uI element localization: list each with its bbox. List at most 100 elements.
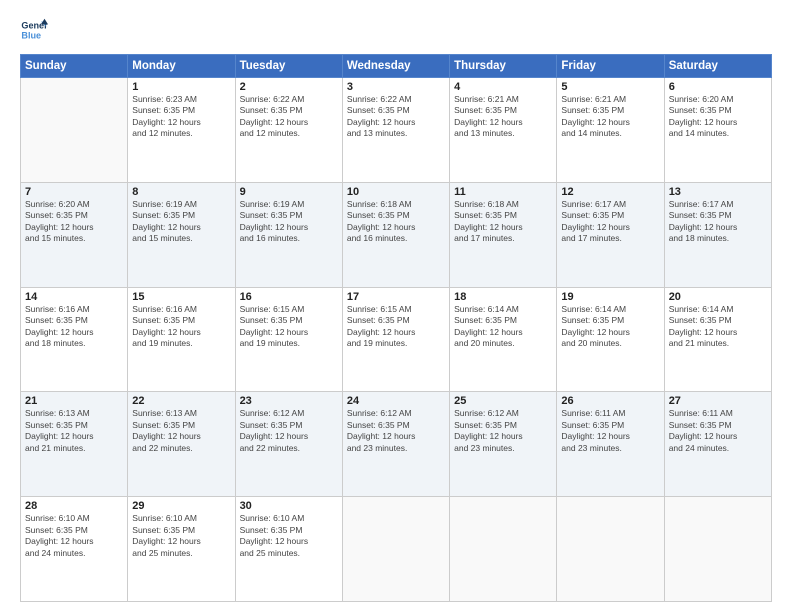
calendar-cell: 18Sunrise: 6:14 AMSunset: 6:35 PMDayligh…	[450, 287, 557, 392]
calendar-week-row: 28Sunrise: 6:10 AMSunset: 6:35 PMDayligh…	[21, 497, 772, 602]
day-info: Sunrise: 6:17 AMSunset: 6:35 PMDaylight:…	[561, 199, 659, 245]
calendar-cell: 9Sunrise: 6:19 AMSunset: 6:35 PMDaylight…	[235, 182, 342, 287]
day-info: Sunrise: 6:10 AMSunset: 6:35 PMDaylight:…	[240, 513, 338, 559]
day-number: 26	[561, 395, 659, 407]
day-number: 29	[132, 500, 230, 512]
day-number: 11	[454, 186, 552, 198]
day-info: Sunrise: 6:11 AMSunset: 6:35 PMDaylight:…	[669, 408, 767, 454]
calendar-cell: 1Sunrise: 6:23 AMSunset: 6:35 PMDaylight…	[128, 78, 235, 183]
calendar-cell: 7Sunrise: 6:20 AMSunset: 6:35 PMDaylight…	[21, 182, 128, 287]
calendar-cell	[21, 78, 128, 183]
calendar-cell: 28Sunrise: 6:10 AMSunset: 6:35 PMDayligh…	[21, 497, 128, 602]
day-number: 22	[132, 395, 230, 407]
calendar-cell: 16Sunrise: 6:15 AMSunset: 6:35 PMDayligh…	[235, 287, 342, 392]
day-number: 1	[132, 81, 230, 93]
calendar-cell: 29Sunrise: 6:10 AMSunset: 6:35 PMDayligh…	[128, 497, 235, 602]
day-info: Sunrise: 6:12 AMSunset: 6:35 PMDaylight:…	[240, 408, 338, 454]
calendar-header-row: SundayMondayTuesdayWednesdayThursdayFrid…	[21, 55, 772, 78]
day-number: 19	[561, 291, 659, 303]
day-number: 13	[669, 186, 767, 198]
calendar-cell: 5Sunrise: 6:21 AMSunset: 6:35 PMDaylight…	[557, 78, 664, 183]
calendar-cell: 8Sunrise: 6:19 AMSunset: 6:35 PMDaylight…	[128, 182, 235, 287]
day-header-thursday: Thursday	[450, 55, 557, 78]
day-info: Sunrise: 6:20 AMSunset: 6:35 PMDaylight:…	[25, 199, 123, 245]
calendar-cell	[342, 497, 449, 602]
calendar-cell: 25Sunrise: 6:12 AMSunset: 6:35 PMDayligh…	[450, 392, 557, 497]
day-number: 3	[347, 81, 445, 93]
day-header-wednesday: Wednesday	[342, 55, 449, 78]
calendar-table: SundayMondayTuesdayWednesdayThursdayFrid…	[20, 54, 772, 602]
day-info: Sunrise: 6:12 AMSunset: 6:35 PMDaylight:…	[454, 408, 552, 454]
svg-text:Blue: Blue	[21, 30, 41, 40]
day-number: 27	[669, 395, 767, 407]
day-number: 30	[240, 500, 338, 512]
day-info: Sunrise: 6:10 AMSunset: 6:35 PMDaylight:…	[132, 513, 230, 559]
day-number: 25	[454, 395, 552, 407]
day-number: 28	[25, 500, 123, 512]
day-info: Sunrise: 6:14 AMSunset: 6:35 PMDaylight:…	[669, 304, 767, 350]
day-info: Sunrise: 6:15 AMSunset: 6:35 PMDaylight:…	[347, 304, 445, 350]
day-number: 2	[240, 81, 338, 93]
calendar-cell: 11Sunrise: 6:18 AMSunset: 6:35 PMDayligh…	[450, 182, 557, 287]
day-info: Sunrise: 6:10 AMSunset: 6:35 PMDaylight:…	[25, 513, 123, 559]
day-number: 20	[669, 291, 767, 303]
day-info: Sunrise: 6:14 AMSunset: 6:35 PMDaylight:…	[454, 304, 552, 350]
day-number: 15	[132, 291, 230, 303]
day-header-monday: Monday	[128, 55, 235, 78]
calendar-week-row: 14Sunrise: 6:16 AMSunset: 6:35 PMDayligh…	[21, 287, 772, 392]
calendar-cell: 21Sunrise: 6:13 AMSunset: 6:35 PMDayligh…	[21, 392, 128, 497]
calendar-cell	[450, 497, 557, 602]
calendar-week-row: 21Sunrise: 6:13 AMSunset: 6:35 PMDayligh…	[21, 392, 772, 497]
calendar-cell: 12Sunrise: 6:17 AMSunset: 6:35 PMDayligh…	[557, 182, 664, 287]
day-number: 21	[25, 395, 123, 407]
day-info: Sunrise: 6:20 AMSunset: 6:35 PMDaylight:…	[669, 94, 767, 140]
logo: General Blue	[20, 16, 48, 44]
day-info: Sunrise: 6:11 AMSunset: 6:35 PMDaylight:…	[561, 408, 659, 454]
calendar-cell: 14Sunrise: 6:16 AMSunset: 6:35 PMDayligh…	[21, 287, 128, 392]
day-number: 18	[454, 291, 552, 303]
calendar-cell: 19Sunrise: 6:14 AMSunset: 6:35 PMDayligh…	[557, 287, 664, 392]
day-number: 4	[454, 81, 552, 93]
calendar-cell: 13Sunrise: 6:17 AMSunset: 6:35 PMDayligh…	[664, 182, 771, 287]
calendar-cell	[664, 497, 771, 602]
day-info: Sunrise: 6:13 AMSunset: 6:35 PMDaylight:…	[132, 408, 230, 454]
day-info: Sunrise: 6:22 AMSunset: 6:35 PMDaylight:…	[240, 94, 338, 140]
day-number: 10	[347, 186, 445, 198]
calendar-cell: 3Sunrise: 6:22 AMSunset: 6:35 PMDaylight…	[342, 78, 449, 183]
day-header-sunday: Sunday	[21, 55, 128, 78]
day-info: Sunrise: 6:21 AMSunset: 6:35 PMDaylight:…	[454, 94, 552, 140]
calendar-cell	[557, 497, 664, 602]
day-number: 8	[132, 186, 230, 198]
day-info: Sunrise: 6:19 AMSunset: 6:35 PMDaylight:…	[240, 199, 338, 245]
calendar-cell: 26Sunrise: 6:11 AMSunset: 6:35 PMDayligh…	[557, 392, 664, 497]
day-number: 17	[347, 291, 445, 303]
day-number: 5	[561, 81, 659, 93]
calendar-cell: 17Sunrise: 6:15 AMSunset: 6:35 PMDayligh…	[342, 287, 449, 392]
day-header-friday: Friday	[557, 55, 664, 78]
day-number: 12	[561, 186, 659, 198]
day-number: 6	[669, 81, 767, 93]
day-header-tuesday: Tuesday	[235, 55, 342, 78]
calendar-cell: 22Sunrise: 6:13 AMSunset: 6:35 PMDayligh…	[128, 392, 235, 497]
day-info: Sunrise: 6:21 AMSunset: 6:35 PMDaylight:…	[561, 94, 659, 140]
calendar-cell: 30Sunrise: 6:10 AMSunset: 6:35 PMDayligh…	[235, 497, 342, 602]
calendar-cell: 6Sunrise: 6:20 AMSunset: 6:35 PMDaylight…	[664, 78, 771, 183]
calendar-cell: 10Sunrise: 6:18 AMSunset: 6:35 PMDayligh…	[342, 182, 449, 287]
day-info: Sunrise: 6:15 AMSunset: 6:35 PMDaylight:…	[240, 304, 338, 350]
day-info: Sunrise: 6:19 AMSunset: 6:35 PMDaylight:…	[132, 199, 230, 245]
day-info: Sunrise: 6:18 AMSunset: 6:35 PMDaylight:…	[454, 199, 552, 245]
calendar-cell: 2Sunrise: 6:22 AMSunset: 6:35 PMDaylight…	[235, 78, 342, 183]
day-info: Sunrise: 6:18 AMSunset: 6:35 PMDaylight:…	[347, 199, 445, 245]
calendar-cell: 23Sunrise: 6:12 AMSunset: 6:35 PMDayligh…	[235, 392, 342, 497]
calendar-week-row: 1Sunrise: 6:23 AMSunset: 6:35 PMDaylight…	[21, 78, 772, 183]
day-info: Sunrise: 6:13 AMSunset: 6:35 PMDaylight:…	[25, 408, 123, 454]
calendar-cell: 4Sunrise: 6:21 AMSunset: 6:35 PMDaylight…	[450, 78, 557, 183]
day-number: 16	[240, 291, 338, 303]
day-info: Sunrise: 6:12 AMSunset: 6:35 PMDaylight:…	[347, 408, 445, 454]
day-number: 24	[347, 395, 445, 407]
day-info: Sunrise: 6:23 AMSunset: 6:35 PMDaylight:…	[132, 94, 230, 140]
day-number: 14	[25, 291, 123, 303]
calendar-cell: 15Sunrise: 6:16 AMSunset: 6:35 PMDayligh…	[128, 287, 235, 392]
calendar-week-row: 7Sunrise: 6:20 AMSunset: 6:35 PMDaylight…	[21, 182, 772, 287]
logo-icon: General Blue	[20, 16, 48, 44]
